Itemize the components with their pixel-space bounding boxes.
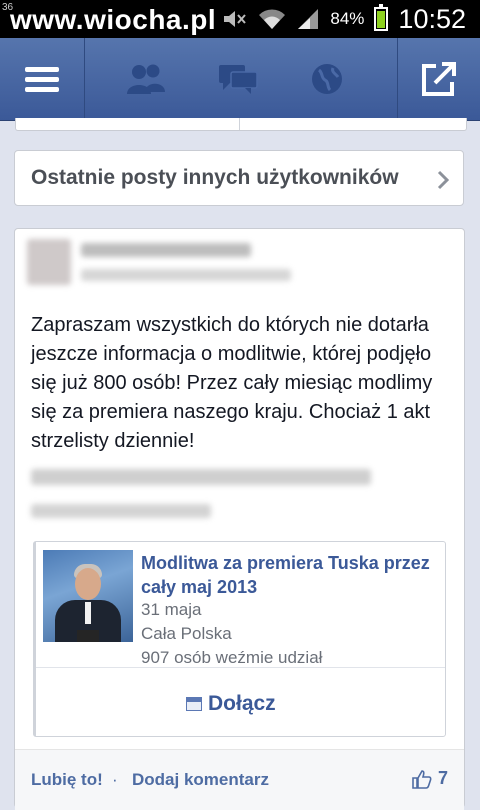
thumbs-up-icon [412, 769, 432, 789]
event-title[interactable]: Modlitwa za premiera Tuska przez cały ma… [141, 551, 441, 599]
recent-posts-label: Ostatnie posty innych użytkowników [31, 166, 399, 189]
join-button[interactable]: Dołącz [186, 692, 276, 716]
avatar [27, 239, 71, 285]
menu-icon [25, 62, 59, 97]
like-count[interactable]: 7 [412, 768, 448, 789]
post-meta-blurred [81, 269, 291, 281]
link-blurred [31, 469, 371, 485]
watermark: www.wiocha.pl [10, 4, 217, 35]
messages-icon[interactable] [217, 62, 259, 96]
compose-icon [422, 62, 456, 96]
join-label: Dołącz [208, 692, 276, 715]
signal-icon [298, 9, 319, 29]
event-date: 31 maja [141, 600, 202, 619]
top-nav-bar [0, 38, 480, 121]
post-card: Zapraszam wszystkich do których nie dota… [14, 228, 465, 810]
clock: 10:52 [398, 3, 466, 34]
menu-button[interactable] [0, 38, 85, 120]
like-count-value: 7 [437, 768, 448, 788]
post-actions: Lubię to! · Dodaj komentarz 7 [15, 749, 464, 810]
battery-icon [374, 4, 389, 31]
status-icons: 84% 10:52 [222, 0, 480, 38]
divider [36, 667, 445, 668]
battery-percent: 84% [330, 9, 365, 28]
link-blurred-2 [31, 504, 211, 518]
nav-icons [125, 38, 345, 120]
recent-posts-header[interactable]: Ostatnie posty innych użytkowników [14, 150, 464, 206]
mute-icon [224, 11, 247, 27]
separator-dot: · [112, 770, 118, 789]
wifi-icon [259, 9, 286, 29]
chevron-right-icon [437, 170, 449, 190]
like-link[interactable]: Lubię to! [31, 770, 103, 790]
author-name-blurred [81, 243, 251, 257]
event-attachment[interactable]: Modlitwa za premiera Tuska przez cały ma… [33, 541, 446, 737]
calendar-icon [186, 697, 202, 711]
event-photo [43, 550, 133, 642]
previous-card-remnant [15, 118, 467, 131]
event-attendees: 907 osób weźmie udział [141, 648, 323, 667]
globe-icon[interactable] [309, 61, 345, 97]
status-bar: 36 www.wiocha.pl 84% 10:52 [0, 0, 480, 38]
friends-icon[interactable] [125, 62, 167, 96]
compose-button[interactable] [397, 38, 480, 120]
event-location: Cała Polska [141, 624, 232, 643]
comment-link[interactable]: Dodaj komentarz [132, 770, 269, 790]
post-message: Zapraszam wszystkich do których nie dota… [31, 314, 433, 452]
